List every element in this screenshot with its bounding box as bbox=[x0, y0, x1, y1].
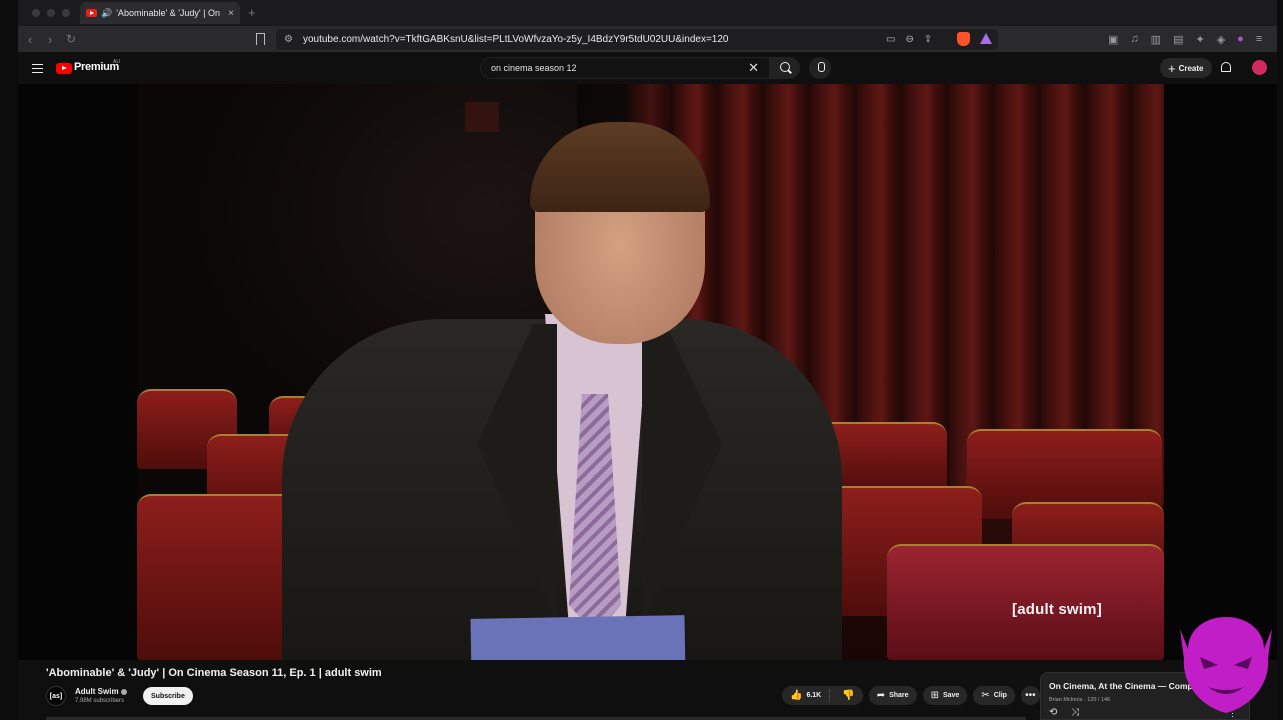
forward-icon[interactable]: › bbox=[48, 32, 52, 47]
address-bar-row: ‹ › ↻ ⚙ youtube.com/watch?v=TkftGABKsnU&… bbox=[18, 26, 1277, 53]
create-button[interactable]: + Create bbox=[1160, 58, 1212, 78]
site-info-icon[interactable]: ⚙ bbox=[284, 34, 293, 45]
search-input[interactable]: on cinema season 12 ✕ bbox=[480, 57, 770, 79]
zoom-window-button[interactable] bbox=[62, 9, 70, 17]
desktop-background-right bbox=[1277, 0, 1283, 720]
verified-icon bbox=[120, 688, 127, 695]
scene-paper bbox=[470, 615, 686, 660]
region-code: AU bbox=[113, 59, 120, 65]
save-icon: ⊞ bbox=[930, 690, 939, 701]
browser-toolbar: ▣ ♫ ▥ ▤ ✦ ◈ ● ≡ bbox=[1108, 33, 1262, 46]
wallet-icon[interactable]: ▤ bbox=[1173, 33, 1183, 46]
menu-icon[interactable] bbox=[32, 64, 43, 73]
video-player[interactable]: [adult swim] bbox=[18, 84, 1277, 660]
plus-icon: + bbox=[1168, 60, 1176, 76]
clip-label: Clip bbox=[993, 692, 1007, 699]
channel-watermark: [adult swim] bbox=[1012, 601, 1102, 618]
loop-icon[interactable]: ⟲ bbox=[1049, 707, 1057, 718]
search-query[interactable]: on cinema season 12 bbox=[491, 63, 748, 73]
reload-icon[interactable]: ↻ bbox=[66, 32, 76, 46]
back-icon[interactable]: ‹ bbox=[28, 32, 32, 47]
like-count: 6.1K bbox=[806, 692, 822, 699]
music-icon[interactable]: ♫ bbox=[1130, 33, 1138, 46]
subscribe-button[interactable]: Subscribe bbox=[143, 687, 193, 705]
new-tab-button[interactable]: + bbox=[248, 5, 256, 20]
url-text: youtube.com/watch?v=TkftGABKsnU&list=PLt… bbox=[302, 34, 729, 45]
channel-avatar[interactable]: [as] bbox=[46, 686, 66, 706]
subscriber-count: 7.98M subscribers bbox=[75, 698, 125, 704]
video-frame: [adult swim] bbox=[137, 84, 1164, 660]
playlist-meta: Brian McInnis · 120 / 146 bbox=[1049, 697, 1111, 703]
brave-rewards-icon[interactable] bbox=[980, 33, 992, 44]
browser-menu-icon[interactable]: ≡ bbox=[1256, 33, 1262, 46]
tab-strip: 🔊 'Abominable' & 'Judy' | On × + bbox=[18, 0, 1277, 26]
create-label: Create bbox=[1178, 63, 1204, 73]
like-icon: 👍 bbox=[790, 690, 803, 701]
like-button[interactable]: 👍 6.1K bbox=[782, 689, 831, 702]
channel-name[interactable]: Adult Swim bbox=[75, 687, 127, 696]
speaker-icon[interactable]: 🔊 bbox=[101, 8, 112, 19]
share-label: Share bbox=[889, 692, 909, 699]
save-button[interactable]: ⊞ Save bbox=[922, 686, 968, 705]
share-arrow-icon: ➦ bbox=[876, 690, 886, 701]
clear-search-icon[interactable]: ✕ bbox=[748, 60, 759, 76]
avatar[interactable] bbox=[1252, 60, 1267, 75]
channel-name-text[interactable]: Adult Swim bbox=[75, 687, 119, 696]
share-button[interactable]: ➦ Share bbox=[868, 686, 917, 705]
vpn-icon[interactable]: ◈ bbox=[1217, 33, 1225, 46]
close-window-button[interactable] bbox=[32, 9, 40, 17]
dislike-icon[interactable]: 👎 bbox=[834, 690, 862, 701]
devil-mascot-icon bbox=[1180, 617, 1272, 713]
shuffle-icon[interactable]: ⤨ bbox=[1071, 707, 1079, 718]
save-label: Save bbox=[942, 692, 960, 699]
leo-icon[interactable]: ✦ bbox=[1195, 33, 1204, 46]
desktop-background bbox=[0, 0, 18, 720]
profile-icon[interactable]: ● bbox=[1237, 33, 1244, 46]
video-details: 'Abominable' & 'Judy' | On Cinema Season… bbox=[18, 660, 1277, 720]
extension-icon[interactable]: ▣ bbox=[1108, 33, 1118, 46]
video-actions: 👍 6.1K 👎 ➦ Share ⊞ Save ✂ Clip ••• bbox=[782, 686, 1040, 705]
youtube-masthead: Premium AU on cinema season 12 ✕ + Creat… bbox=[18, 53, 1277, 85]
tab-title: 'Abominable' & 'Judy' | On bbox=[116, 8, 220, 18]
share-icon[interactable]: ⇪ bbox=[924, 34, 932, 45]
browser-window: 🔊 'Abominable' & 'Judy' | On × + ‹ › ↻ ⚙… bbox=[18, 0, 1277, 720]
sidebar-icon[interactable]: ▥ bbox=[1151, 33, 1161, 46]
browser-tab-active[interactable]: 🔊 'Abominable' & 'Judy' | On × bbox=[80, 2, 240, 24]
like-dislike-group: 👍 6.1K 👎 bbox=[782, 686, 863, 705]
minimize-window-button[interactable] bbox=[47, 9, 55, 17]
clip-button[interactable]: ✂ Clip bbox=[973, 686, 1015, 705]
mic-icon[interactable] bbox=[809, 57, 831, 79]
video-title: 'Abominable' & 'Judy' | On Cinema Season… bbox=[46, 667, 382, 679]
zoom-icon[interactable]: ⊖ bbox=[905, 34, 913, 45]
more-icon[interactable]: ••• bbox=[1020, 686, 1040, 705]
bell-icon[interactable] bbox=[1221, 62, 1231, 72]
clip-icon: ✂ bbox=[981, 690, 990, 701]
cast-icon[interactable]: ▭ bbox=[886, 34, 895, 45]
youtube-logo-icon[interactable] bbox=[56, 63, 72, 74]
search-icon[interactable] bbox=[770, 57, 800, 79]
scene-exit-sign bbox=[465, 102, 499, 132]
window-controls bbox=[32, 9, 70, 17]
brave-shield-icon[interactable] bbox=[957, 32, 970, 46]
bookmark-icon[interactable] bbox=[256, 33, 265, 45]
address-bar-icons: ▭ ⊖ ⇪ bbox=[886, 34, 932, 45]
youtube-favicon-icon bbox=[86, 9, 97, 17]
tab-close-icon[interactable]: × bbox=[228, 8, 234, 19]
